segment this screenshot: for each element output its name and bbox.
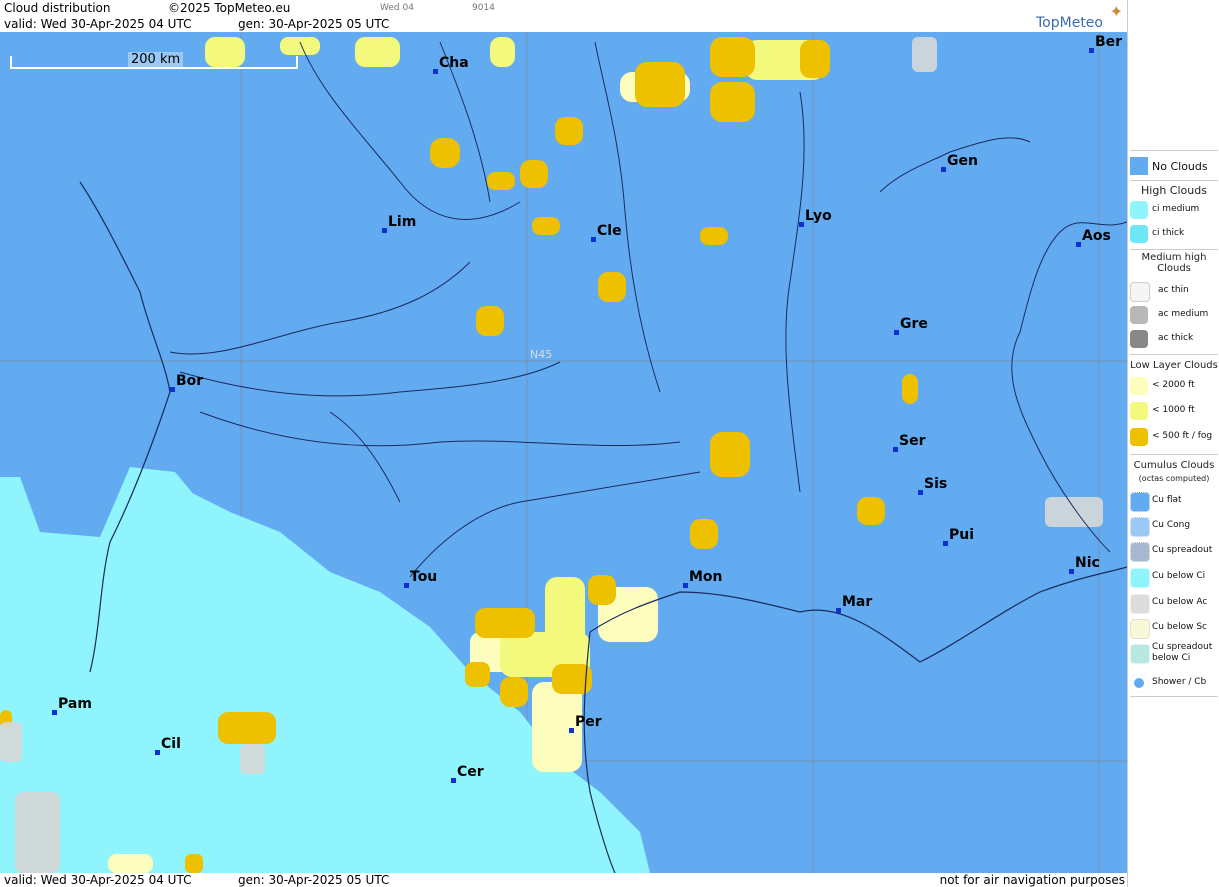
- legend-ac-thick: ac thick: [1130, 328, 1218, 350]
- header-bar: Cloud distribution ©2025 TopMeteo.eu Wed…: [0, 0, 1127, 32]
- city-label: Gre: [894, 316, 928, 335]
- city-label: Pam: [52, 696, 92, 715]
- city-label: Pui: [943, 527, 974, 546]
- legend-cu-spreadout-ci: Cu spreadout below Ci: [1130, 642, 1218, 672]
- legend-medium-title: Medium high Clouds: [1141, 252, 1207, 274]
- legend-no-clouds: No Clouds: [1130, 155, 1218, 177]
- legend-ci-thick: ci thick: [1130, 223, 1218, 245]
- latitude-label: N45: [530, 348, 553, 361]
- city-label: Bor: [170, 373, 203, 392]
- legend-cu-below-ci: Cu below Ci: [1130, 566, 1218, 588]
- legend-shower: Shower / Cb: [1130, 672, 1218, 694]
- city-label: Lyo: [799, 208, 832, 227]
- city-label: Ser: [893, 433, 925, 452]
- legend-low-title: Low Layer Clouds: [1130, 360, 1218, 371]
- legend-cu-subtitle: (octas computed): [1138, 474, 1210, 483]
- city-label: Cle: [591, 223, 622, 242]
- legend-panel: No Clouds High Clouds ci medium ci thick…: [1127, 0, 1219, 887]
- city-label: Mon: [683, 569, 723, 588]
- legend-low-2000: < 2000 ft: [1130, 375, 1218, 397]
- run-code: 9014: [472, 3, 495, 13]
- copyright: ©2025 TopMeteo.eu: [168, 1, 291, 15]
- city-label: Sis: [918, 476, 947, 495]
- legend-high-title: High Clouds: [1141, 184, 1207, 197]
- legend-ac-thin: ac thin: [1130, 280, 1218, 302]
- valid-time: valid: Wed 30-Apr-2025 04 UTC: [4, 17, 192, 31]
- city-label: Cer: [451, 764, 484, 783]
- map-title: Cloud distribution: [4, 1, 111, 15]
- city-label: Cil: [155, 736, 181, 755]
- city-label: Cha: [433, 55, 469, 74]
- city-label: Gen: [941, 153, 978, 172]
- legend-cu-spreadout: Cu spreadout: [1130, 540, 1218, 562]
- disclaimer: not for air navigation purposes: [939, 873, 1125, 887]
- legend-low-500: < 500 ft / fog: [1130, 426, 1218, 448]
- cloud-map: 200 km N45 Cha Ber Gen Lim Cle Lyo Aos G…: [0, 32, 1127, 873]
- footer-bar: valid: Wed 30-Apr-2025 04 UTC gen: 30-Ap…: [0, 873, 1127, 887]
- city-label: Ber: [1089, 34, 1122, 53]
- legend-cu-below-ac: Cu below Ac: [1130, 592, 1218, 614]
- scale-bar: 200 km: [10, 52, 298, 70]
- legend-cu-below-sc: Cu below Sc: [1130, 617, 1218, 639]
- city-label: Nic: [1069, 555, 1100, 574]
- compass-logo-icon: ✦: [1109, 2, 1123, 21]
- city-label: Tou: [404, 569, 437, 588]
- city-label: Mar: [836, 594, 872, 613]
- city-label: Lim: [382, 214, 416, 233]
- city-label: Per: [569, 714, 602, 733]
- legend-ci-medium: ci medium: [1130, 199, 1218, 221]
- generated-time: gen: 30-Apr-2025 05 UTC: [238, 17, 390, 31]
- city-label: Aos: [1076, 228, 1111, 247]
- legend-cu-flat: Cu flat: [1130, 490, 1218, 512]
- day-code: Wed 04: [380, 3, 414, 13]
- legend-low-1000: < 1000 ft: [1130, 400, 1218, 422]
- scale-label: 200 km: [128, 52, 184, 67]
- footer-gen: gen: 30-Apr-2025 05 UTC: [238, 873, 390, 887]
- legend-cu-cong: Cu Cong: [1130, 515, 1218, 537]
- footer-valid: valid: Wed 30-Apr-2025 04 UTC: [4, 873, 192, 887]
- legend-cu-title: Cumulus Clouds: [1133, 460, 1215, 471]
- legend-ac-medium: ac medium: [1130, 304, 1218, 326]
- topmeteo-logo: TopMeteo: [1036, 15, 1103, 31]
